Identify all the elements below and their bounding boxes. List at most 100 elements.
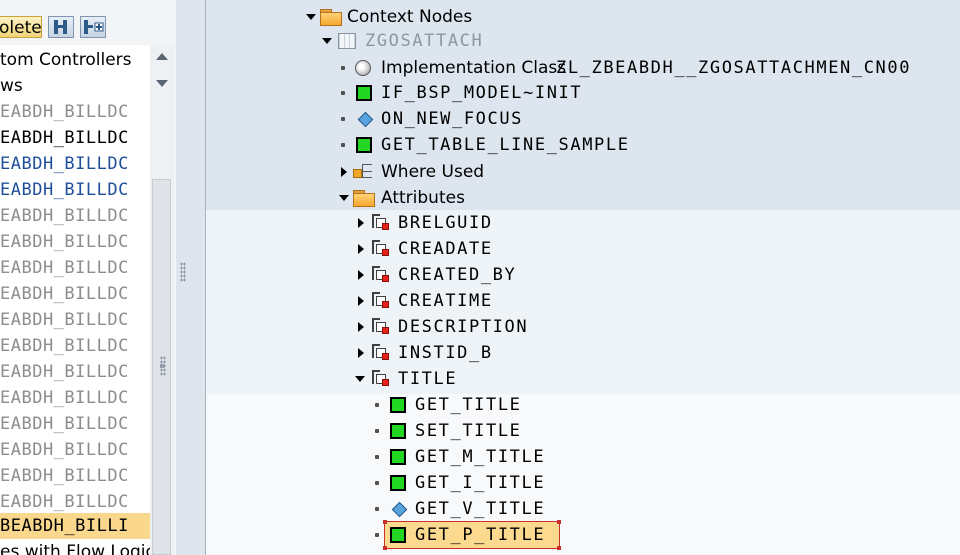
tree-label: CREATIME	[398, 291, 493, 311]
method-icon	[390, 527, 406, 543]
view-row[interactable]: EABDH_BILLDC	[0, 307, 129, 333]
tree-label: GET_P_TITLE	[415, 525, 546, 545]
splitter-grip-icon	[160, 356, 166, 376]
heading-pages-with-flow-logic[interactable]: es with Flow Logic	[0, 539, 150, 555]
context-tree: Context Nodes ZGOSATTACH Implementation …	[206, 0, 960, 555]
view-row[interactable]: EABDH_BILLDC	[0, 99, 129, 125]
attribute-icon	[372, 317, 390, 335]
left-component-list: tom Controllers ws EABDH_BILLDC EABDH_BIL…	[0, 45, 150, 555]
tree-label: Implementation Class	[381, 58, 567, 78]
tree-label: Attributes	[381, 188, 465, 208]
expand-icon[interactable]	[306, 14, 316, 20]
expand-icon[interactable]	[339, 195, 349, 201]
bullet	[375, 507, 379, 511]
bullet	[341, 143, 345, 147]
view-row[interactable]: EABDH_BILLDC	[0, 333, 129, 359]
class-icon	[355, 60, 371, 76]
expand-icon[interactable]	[355, 376, 365, 382]
collapse-icon[interactable]	[358, 218, 364, 228]
tree-label: DESCRIPTION	[398, 317, 529, 337]
view-row[interactable]: EABDH_BILLDC	[0, 437, 129, 463]
implementation-class-value: ZL_ZBEABDH__ZGOSATTACHMEN_CN00	[556, 58, 912, 78]
view-row[interactable]: EABDH_BILLDC	[0, 151, 129, 177]
tree-label: BRELGUID	[398, 213, 493, 233]
collapse-icon[interactable]	[358, 348, 364, 358]
tree-icon	[54, 20, 67, 34]
tree-label: GET_TITLE	[415, 395, 522, 415]
attribute-icon	[372, 343, 390, 361]
add-tree-icon-button[interactable]	[80, 16, 106, 38]
method-icon	[390, 397, 406, 413]
selection-corner	[383, 520, 387, 524]
method-icon	[390, 449, 406, 465]
bullet	[375, 403, 379, 407]
collapse-icon[interactable]	[358, 270, 364, 280]
bullet	[375, 429, 379, 433]
delete-button[interactable]: olete	[0, 16, 42, 38]
method-icon	[356, 85, 372, 101]
selection-corner	[557, 546, 561, 550]
folder-open-icon	[320, 9, 342, 26]
tree-icon-button[interactable]	[48, 16, 74, 38]
tree-label: GET_M_TITLE	[415, 447, 546, 467]
view-row[interactable]: EABDH_BILLDC	[0, 203, 129, 229]
expand-icon[interactable]	[322, 38, 332, 44]
scroll-down-icon[interactable]	[156, 80, 168, 87]
attribute-icon	[372, 369, 390, 387]
attribute-icon	[372, 213, 390, 231]
add-tree-icon	[84, 20, 104, 34]
attribute-icon	[372, 291, 390, 309]
tree-label: SET_TITLE	[415, 421, 522, 441]
method-icon	[390, 423, 406, 439]
selected-view-row[interactable]: BEABDH_BILLI	[0, 513, 150, 539]
tree-label: GET_V_TITLE	[415, 499, 546, 519]
view-row[interactable]: EABDH_BILLDC	[0, 177, 129, 203]
view-row[interactable]: EABDH_BILLDC	[0, 463, 129, 489]
collapse-icon[interactable]	[358, 244, 364, 254]
attribute-icon	[372, 265, 390, 283]
tree-band-attributes	[206, 210, 960, 394]
where-used-icon	[353, 161, 377, 181]
bullet	[341, 117, 345, 121]
tree-label: Where Used	[381, 162, 485, 182]
bullet	[341, 66, 345, 70]
view-row[interactable]: EABDH_BILLDC	[0, 411, 129, 437]
scroll-up-icon[interactable]	[156, 53, 168, 60]
view-row[interactable]: EABDH_BILLDC	[0, 255, 129, 281]
tree-label: CREATED_BY	[398, 265, 517, 285]
bullet	[375, 481, 379, 485]
view-row[interactable]: EABDH_BILLDC	[0, 385, 129, 411]
tree-label: Context Nodes	[347, 7, 473, 27]
left-navigation-panel: olete tom Controllers ws EABDH_BILLDC EAB…	[0, 0, 176, 555]
tree-label: GET_TABLE_LINE_SAMPLE	[381, 135, 630, 155]
tree-label: ZGOSATTACH	[365, 31, 484, 51]
method-icon	[390, 475, 406, 491]
table-icon	[338, 33, 356, 49]
splitter-grip-icon	[180, 262, 186, 282]
collapse-icon[interactable]	[358, 322, 364, 332]
heading-custom-controllers[interactable]: tom Controllers	[0, 47, 132, 73]
view-row[interactable]: EABDH_BILLDC	[0, 281, 129, 307]
tree-label: ON_NEW_FOCUS	[381, 109, 524, 129]
folder-open-icon	[353, 190, 375, 207]
tree-label: TITLE	[398, 369, 458, 389]
tree-label: CREADATE	[398, 239, 493, 259]
collapse-icon[interactable]	[341, 167, 347, 177]
heading-views[interactable]: ws	[0, 73, 23, 99]
tree-label: IF_BSP_MODEL~INIT	[381, 83, 583, 103]
method-icon	[356, 137, 372, 153]
collapse-icon[interactable]	[358, 296, 364, 306]
tree-label: GET_I_TITLE	[415, 473, 546, 493]
selection-corner	[557, 520, 561, 524]
panel-splitter[interactable]	[160, 0, 206, 555]
view-row[interactable]: EABDH_BILLDC	[0, 125, 129, 151]
view-row[interactable]: EABDH_BILLDC	[0, 229, 129, 255]
left-scrollbar[interactable]	[150, 45, 174, 555]
bullet	[375, 455, 379, 459]
bullet	[375, 533, 379, 537]
tree-label: INSTID_B	[398, 343, 493, 363]
tree-band-title	[206, 394, 960, 555]
view-row[interactable]: EABDH_BILLDC	[0, 489, 129, 515]
view-row[interactable]: EABDH_BILLDC	[0, 359, 129, 385]
selection-corner	[383, 546, 387, 550]
